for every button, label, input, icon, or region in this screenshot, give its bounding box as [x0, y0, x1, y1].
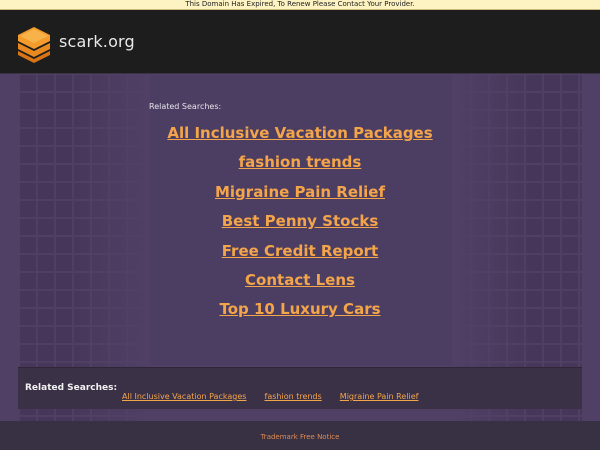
bottom-related-link[interactable]: fashion trends [265, 392, 322, 401]
related-search-link[interactable]: Top 10 Luxury Cars [0, 299, 600, 328]
related-search-link[interactable]: Migraine Pain Relief [0, 182, 600, 211]
bottom-related-bar: Related Searches: All Inclusive Vacation… [18, 367, 582, 409]
main-content: Related Searches: All Inclusive Vacation… [0, 75, 600, 421]
related-search-link[interactable]: Contact Lens [0, 270, 600, 299]
related-search-link[interactable]: Best Penny Stocks [0, 211, 600, 240]
bottom-related-links: All Inclusive Vacation Packages fashion … [122, 384, 431, 403]
expired-domain-notice: This Domain Has Expired, To Renew Please… [0, 0, 600, 10]
bottom-related-link[interactable]: Migraine Pain Relief [340, 392, 419, 401]
related-searches-heading: Related Searches: [149, 102, 222, 111]
bottom-related-link[interactable]: All Inclusive Vacation Packages [122, 392, 246, 401]
related-search-list: All Inclusive Vacation Packages fashion … [0, 123, 600, 329]
site-name[interactable]: scark.org [59, 32, 135, 51]
related-search-link[interactable]: Free Credit Report [0, 241, 600, 270]
site-footer: Trademark Free Notice [0, 421, 600, 450]
stacked-layers-icon[interactable] [18, 27, 50, 63]
related-search-link[interactable]: fashion trends [0, 152, 600, 181]
bottom-related-label: Related Searches: [25, 383, 118, 393]
site-header: scark.org [0, 10, 600, 74]
related-search-link[interactable]: All Inclusive Vacation Packages [0, 123, 600, 152]
trademark-notice-link[interactable]: Trademark Free Notice [0, 433, 600, 441]
